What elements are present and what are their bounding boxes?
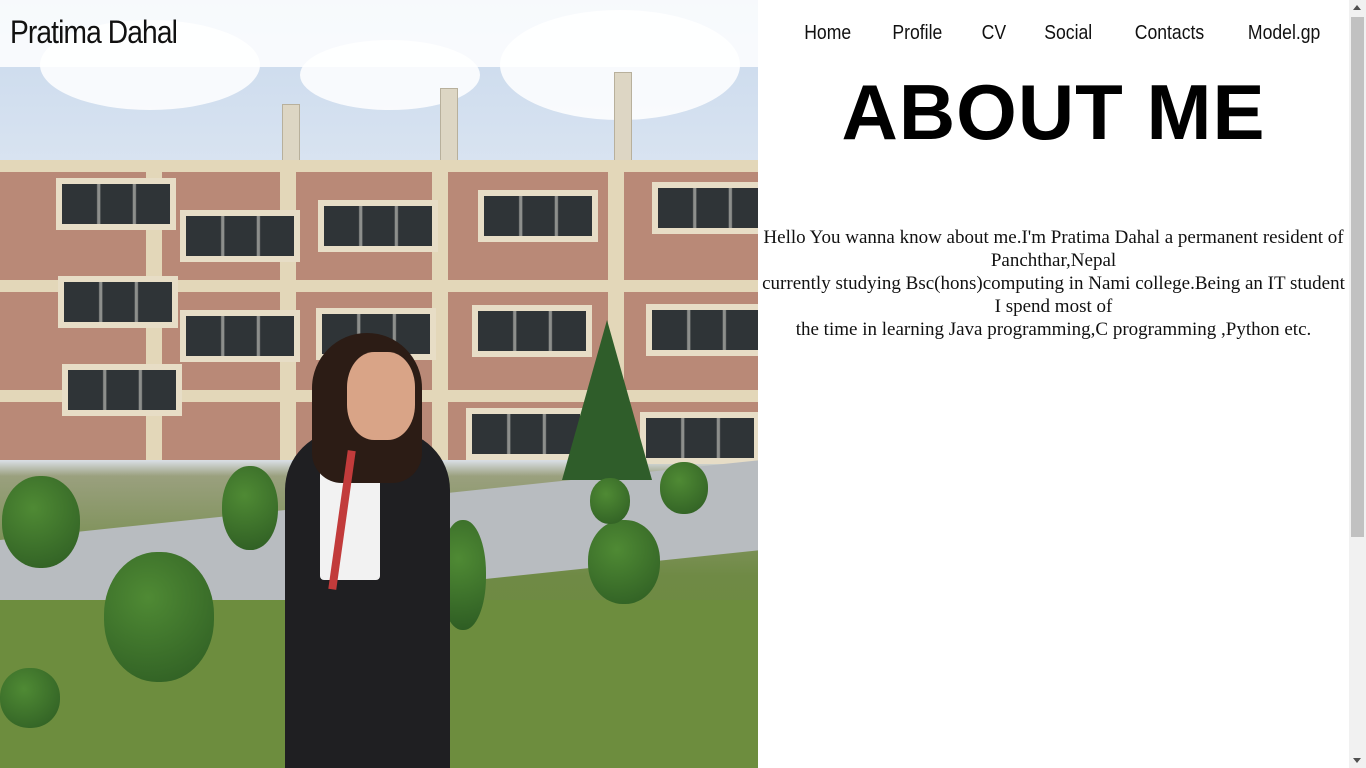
main-nav: Home Profile CV Social Contacts Model.gp (801, 22, 1325, 45)
nav-home[interactable]: Home (805, 22, 852, 45)
about-section: ABOUT ME Hello You wanna know about me.I… (758, 67, 1349, 768)
nav-cv[interactable]: CV (981, 22, 1005, 45)
about-heading: ABOUT ME (841, 68, 1266, 156)
nav-contacts[interactable]: Contacts (1135, 22, 1204, 45)
nav-social[interactable]: Social (1045, 22, 1093, 45)
about-text: Hello You wanna know about me.I'm Pratim… (758, 226, 1349, 341)
nav-model[interactable]: Model.gp (1248, 22, 1320, 45)
page: Pratima Dahal Home Profile CV Social Con… (0, 0, 1349, 768)
about-line-2: currently studying Bsc(hons)computing in… (762, 273, 1345, 317)
chevron-down-icon[interactable] (1353, 758, 1361, 763)
site-title[interactable]: Pratima Dahal (10, 14, 178, 51)
chevron-up-icon[interactable] (1353, 5, 1361, 10)
about-line-1: Hello You wanna know about me.I'm Pratim… (763, 227, 1344, 271)
nav-profile[interactable]: Profile (892, 22, 942, 45)
site-header: Pratima Dahal Home Profile CV Social Con… (0, 0, 1349, 67)
scrollbar-thumb[interactable] (1351, 17, 1364, 537)
profile-photo (0, 0, 758, 768)
about-line-3: the time in learning Java programming,C … (795, 319, 1312, 340)
vertical-scrollbar[interactable] (1349, 0, 1366, 768)
